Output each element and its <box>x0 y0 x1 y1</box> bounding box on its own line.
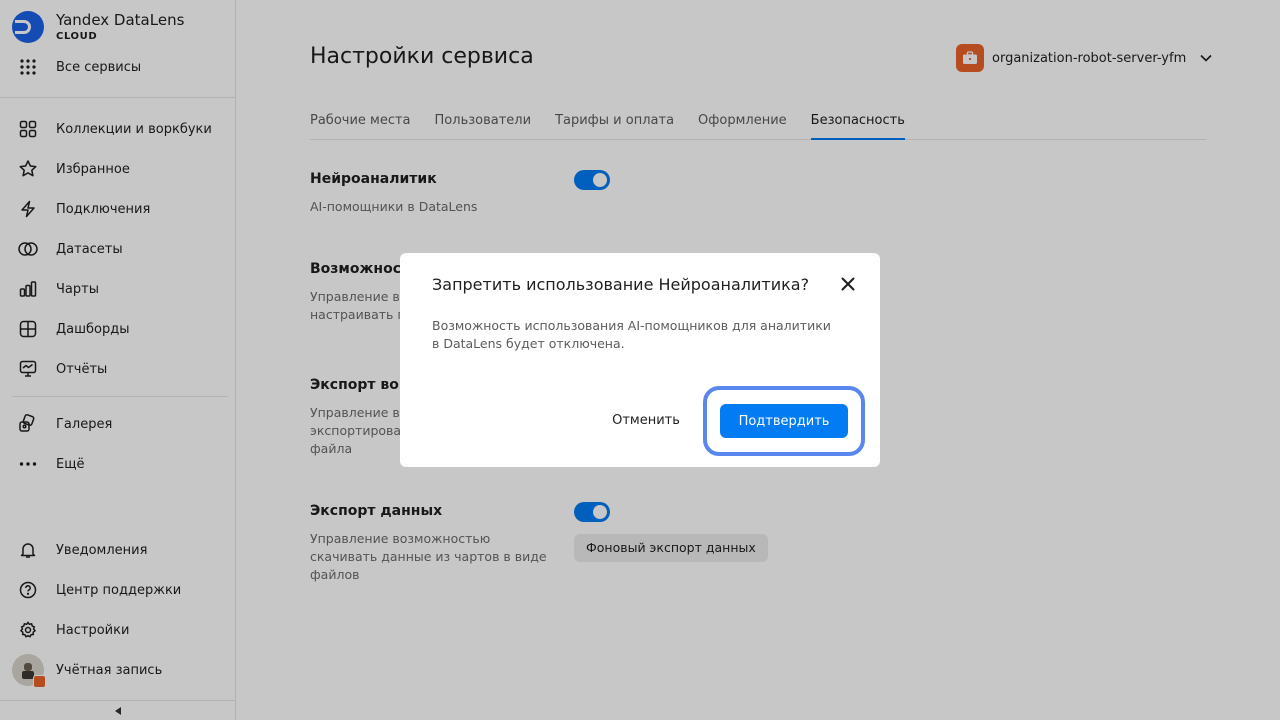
confirm-button[interactable]: Подтвердить <box>720 404 848 438</box>
close-button[interactable] <box>838 275 858 295</box>
confirm-dialog: Запретить использование Нейроаналитика? … <box>400 253 880 467</box>
dialog-title: Запретить использование Нейроаналитика? <box>432 275 810 294</box>
cancel-button[interactable]: Отменить <box>606 404 686 436</box>
dialog-text: Возможность использования AI-помощников … <box>432 318 831 351</box>
close-icon <box>841 276 855 295</box>
